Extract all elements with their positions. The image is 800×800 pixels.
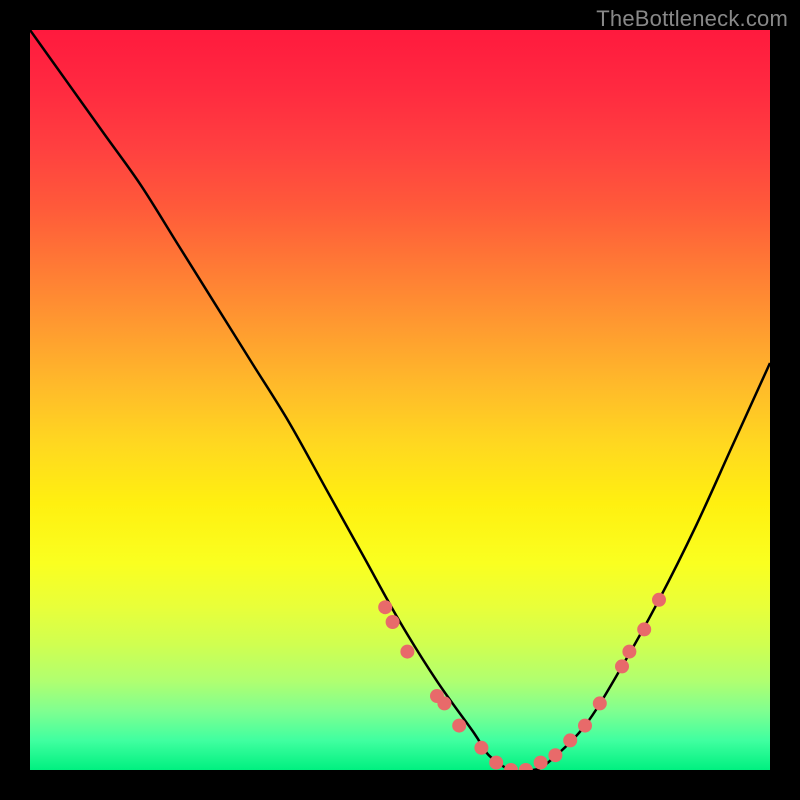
highlight-dot — [489, 756, 503, 770]
plot-area — [30, 30, 770, 770]
highlight-dots-group — [378, 593, 666, 770]
bottleneck-curve — [30, 30, 770, 770]
highlight-dot — [386, 615, 400, 629]
highlight-dot — [563, 733, 577, 747]
curve-svg — [30, 30, 770, 770]
highlight-dot — [615, 659, 629, 673]
highlight-dot — [622, 645, 636, 659]
highlight-dot — [474, 741, 488, 755]
highlight-dot — [548, 748, 562, 762]
highlight-dot — [593, 696, 607, 710]
highlight-dot — [534, 756, 548, 770]
highlight-dot — [652, 593, 666, 607]
chart-container: TheBottleneck.com — [0, 0, 800, 800]
highlight-dot — [400, 645, 414, 659]
highlight-dot — [504, 763, 518, 770]
highlight-dot — [378, 600, 392, 614]
highlight-dot — [637, 622, 651, 636]
highlight-dot — [578, 719, 592, 733]
watermark: TheBottleneck.com — [596, 6, 788, 32]
highlight-dot — [452, 719, 466, 733]
highlight-dot — [519, 763, 533, 770]
highlight-dot — [437, 696, 451, 710]
